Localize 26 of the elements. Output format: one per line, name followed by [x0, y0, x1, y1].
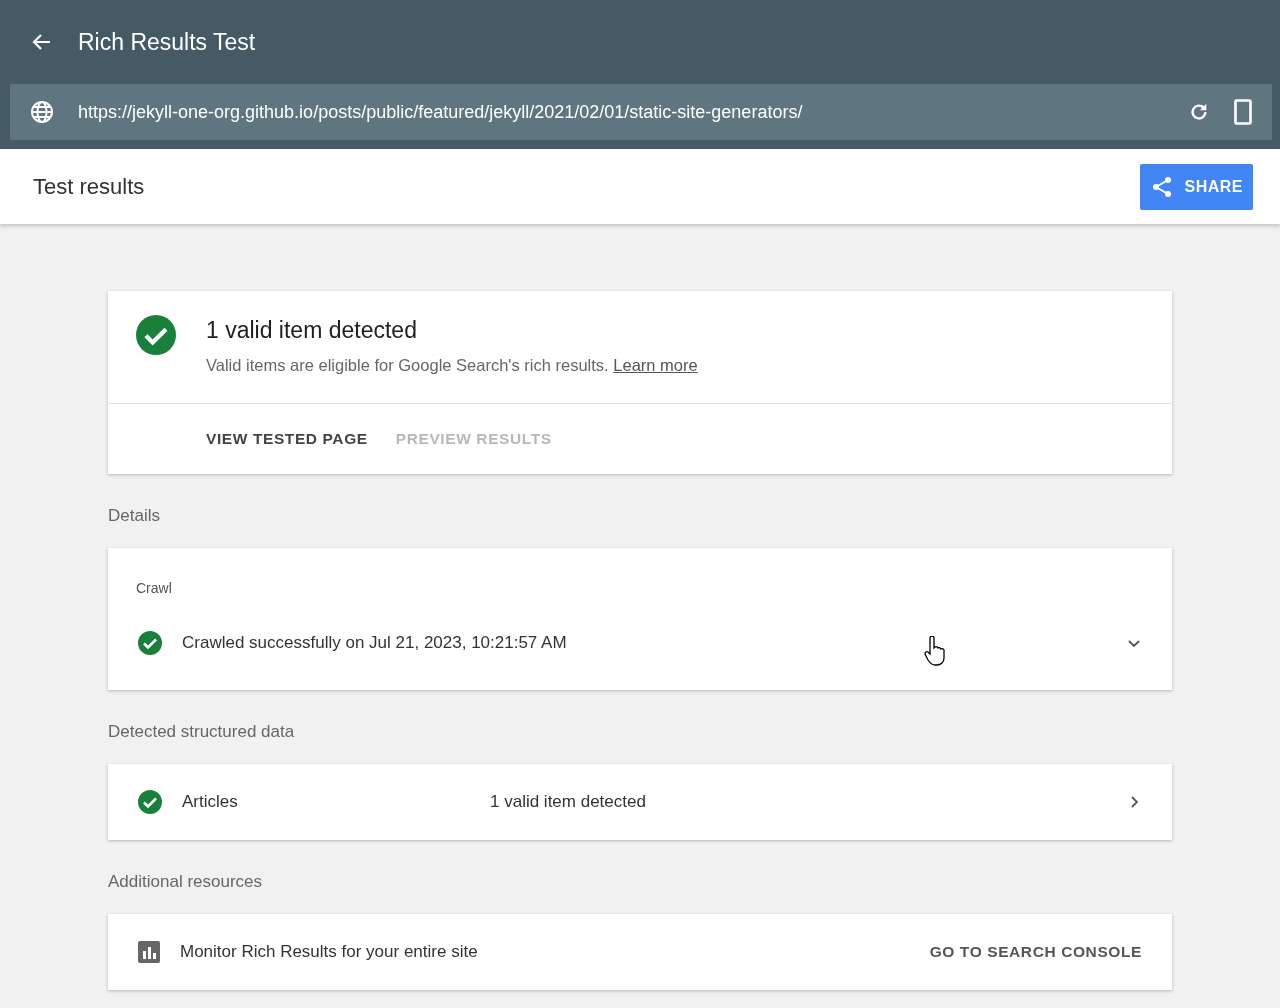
check-icon [138, 631, 162, 655]
summary-title: 1 valid item detected [206, 317, 418, 344]
mobile-device-icon[interactable] [1234, 99, 1252, 125]
hand-cursor-icon [924, 636, 946, 666]
section-heading: Additional resources [108, 872, 264, 892]
section-heading: Detected structured data [108, 722, 296, 742]
summary-action-button[interactable]: VIEW TESTED PAGE [206, 430, 368, 448]
structured-data-row[interactable]: Articles 1 valid item detected [108, 764, 1172, 840]
summary-description: Valid items are eligible for Google Search's rich results. Learn more [206, 356, 698, 375]
item-status: 1 valid item detected [490, 792, 646, 812]
page-title: Test results [33, 173, 145, 200]
learn-more-link[interactable]: Learn more [613, 356, 698, 374]
crawl-status: Crawled successfully on Jul 21, 2023, 10:21:57 AM [182, 633, 567, 653]
bar-chart-icon [138, 941, 160, 963]
resource-text: Monitor Rich Results for your entire site [180, 942, 478, 962]
app-title: Rich Results Test [78, 28, 256, 56]
share-button[interactable]: SHARE [1140, 163, 1253, 210]
check-icon [138, 790, 162, 814]
check-icon [136, 315, 176, 355]
globe-icon [30, 100, 54, 124]
crawl-label: Crawl [135, 579, 173, 596]
section-heading: Details [108, 506, 161, 526]
url-bar[interactable]: https://jekyll-one-org.github.io/posts/public/featured/jekyll/2021/02/01/static-site-generators/ [10, 84, 1272, 140]
url-text: https://jekyll-one-org.github.io/posts/public/featured/jekyll/2021/02/01/static-site-generators/ [78, 101, 804, 123]
item-type: Articles [182, 792, 239, 812]
search-console-button[interactable]: GO TO SEARCH CONSOLE [929, 943, 1142, 961]
